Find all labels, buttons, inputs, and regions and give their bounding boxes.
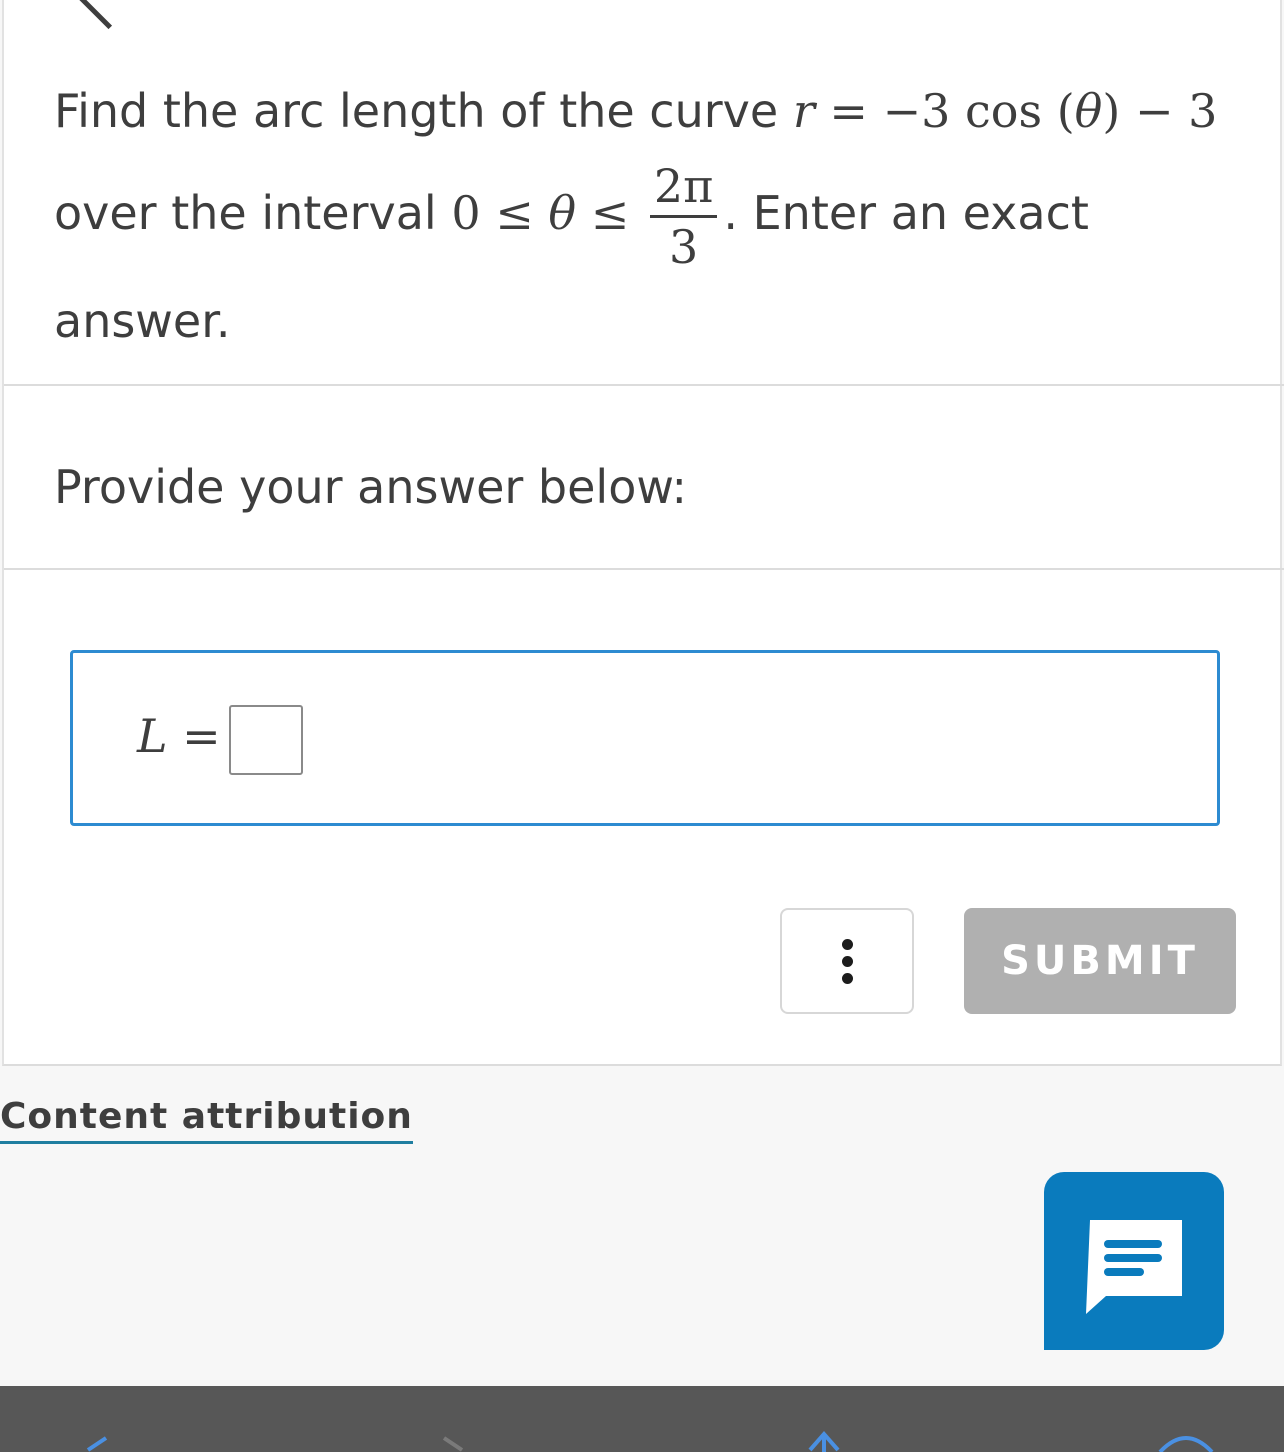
fraction-numerator: 2π — [649, 163, 718, 218]
chat-icon — [1086, 1220, 1182, 1314]
interval-start: 0 ≤ — [451, 186, 549, 240]
content-attribution-link[interactable]: Content attribution — [0, 1096, 413, 1144]
browser-bottom-bar — [0, 1386, 1284, 1452]
divider — [4, 384, 1284, 386]
fraction: 2π 3 — [649, 163, 718, 274]
tabs-icon[interactable] — [1156, 1432, 1216, 1452]
math-variable-theta: θ — [1074, 84, 1103, 138]
share-icon[interactable] — [804, 1428, 844, 1452]
answer-label: L = — [137, 709, 221, 763]
more-options-dot — [841, 972, 853, 984]
more-options-icon — [841, 938, 853, 950]
fraction-denominator: 3 — [668, 220, 699, 274]
submit-button[interactable]: SUBMIT — [964, 908, 1236, 1014]
question-line2-text: over the interval — [54, 186, 452, 240]
divider — [4, 568, 1284, 570]
back-chevron-icon[interactable] — [73, 0, 144, 30]
more-options-dot — [841, 955, 853, 967]
question-line2-tail: . Enter an exact — [723, 186, 1089, 240]
answer-equals: = — [167, 709, 221, 763]
chat-button[interactable] — [1044, 1172, 1224, 1350]
answer-prompt: Provide your answer below: — [54, 460, 687, 514]
math-expression-tail: ) − 3 — [1102, 84, 1218, 138]
answer-variable: L — [137, 709, 168, 763]
interval-theta: θ — [548, 186, 577, 240]
page: Find the arc length of the curve r = −3 … — [0, 0, 1284, 1452]
nav-back-icon[interactable] — [80, 1436, 110, 1452]
answer-box[interactable]: L = — [70, 650, 1220, 826]
question-line3-text: answer. — [54, 294, 231, 348]
question-card: Find the arc length of the curve r = −3 … — [2, 0, 1284, 1066]
more-options-button[interactable] — [780, 908, 914, 1014]
answer-input[interactable] — [229, 705, 303, 775]
question-text: Find the arc length of the curve r = −3 … — [54, 60, 1254, 372]
math-variable-r: r — [792, 84, 815, 138]
interval-le: ≤ — [576, 186, 630, 240]
math-expression: = −3 cos ( — [814, 84, 1075, 138]
question-line1-text: Find the arc length of the curve — [54, 84, 793, 138]
nav-forward-icon[interactable] — [440, 1436, 470, 1452]
